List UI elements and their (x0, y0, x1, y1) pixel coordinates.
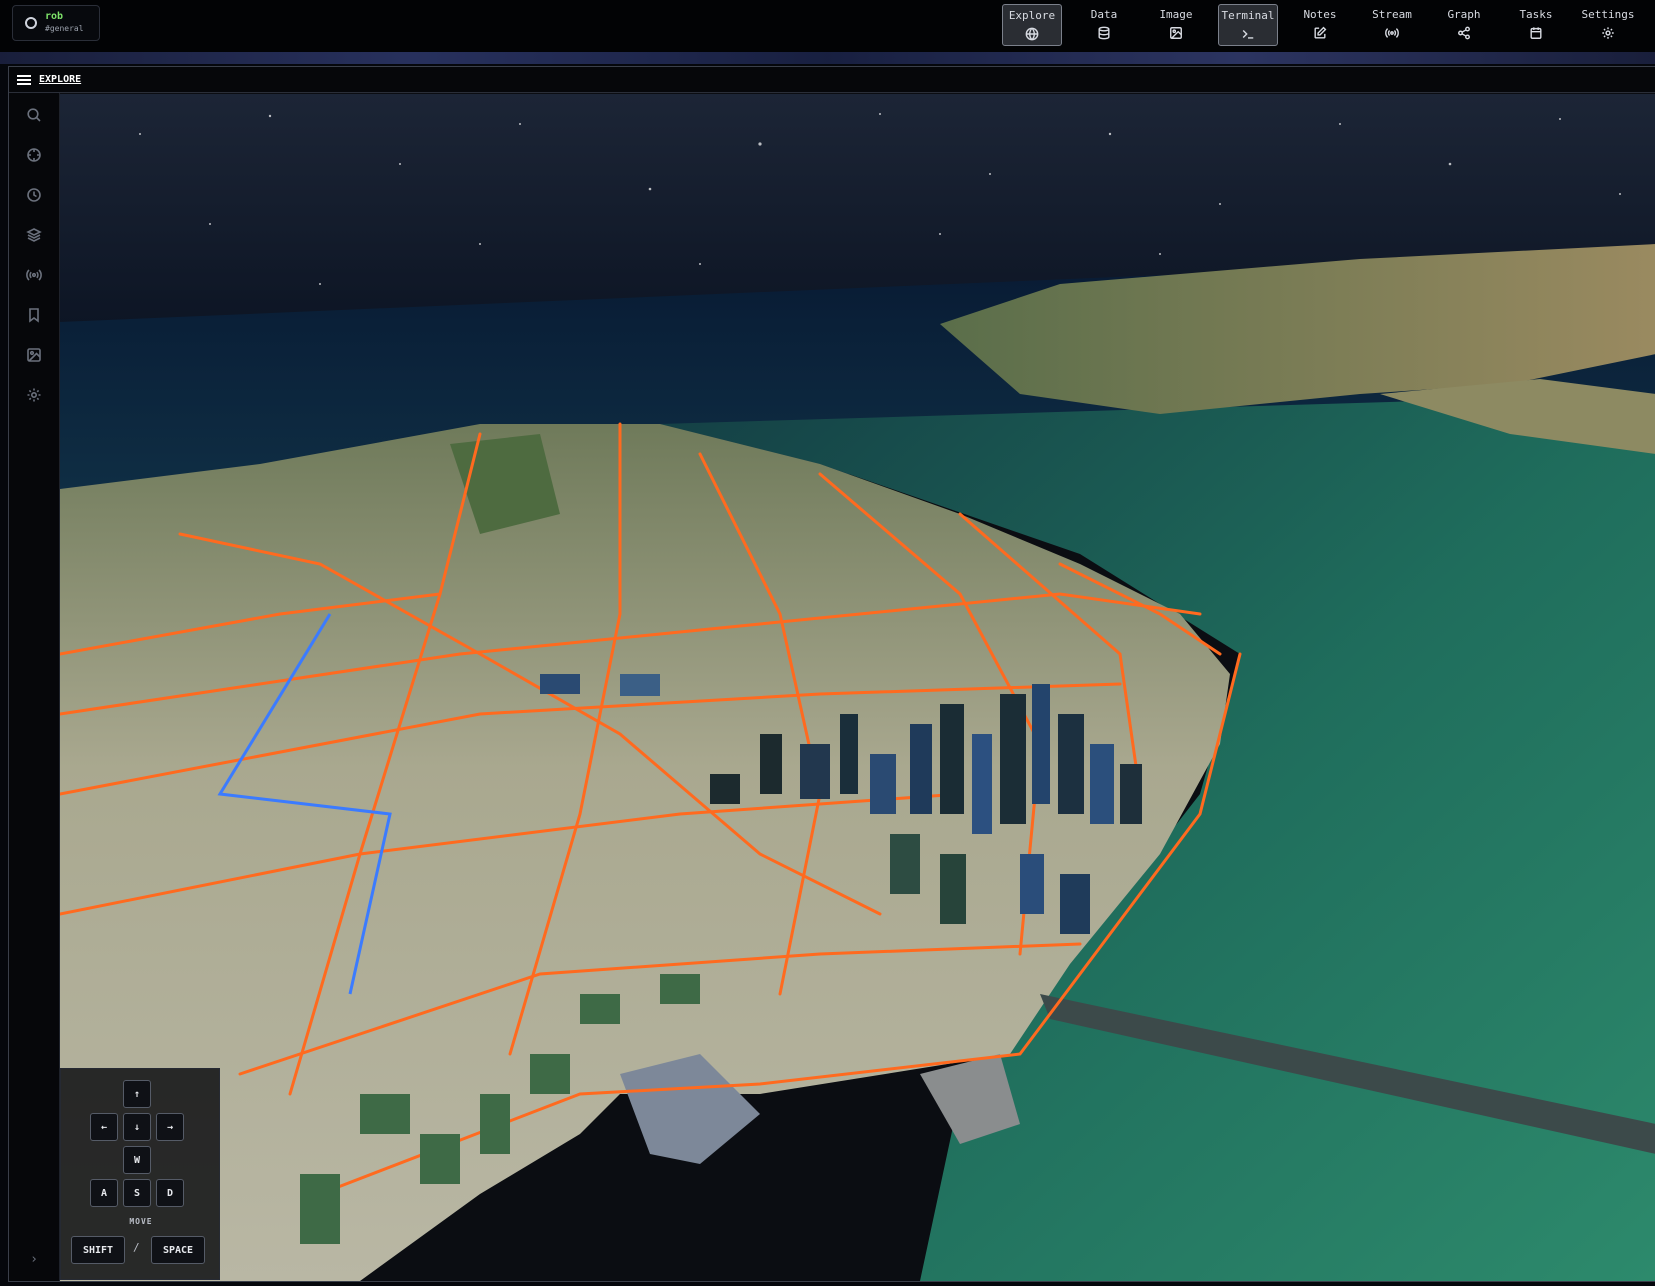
key-right[interactable]: → (156, 1113, 184, 1141)
database-icon (1098, 26, 1110, 40)
key-space[interactable]: SPACE (151, 1236, 205, 1264)
map-viewport[interactable] (60, 94, 1655, 1281)
tab-image[interactable]: Image (1146, 4, 1206, 46)
tab-label: Graph (1447, 8, 1481, 21)
explore-panel: EXPLORE › ↑ ← ↓ → W A S D MOVE SHIFT / S… (8, 66, 1655, 1282)
panel-title[interactable]: EXPLORE (39, 74, 81, 85)
sidebar-images[interactable] (24, 345, 44, 365)
workspace-channel: #general (45, 24, 84, 33)
tab-label: Tasks (1519, 8, 1553, 21)
workspace-user: rob (45, 11, 64, 22)
gear-icon (27, 388, 41, 402)
image-icon (27, 348, 41, 362)
calendar-icon (1530, 27, 1542, 39)
globe-icon (1025, 27, 1039, 41)
tab-settings[interactable]: Settings (1578, 4, 1638, 46)
image-icon (1170, 27, 1182, 39)
move-label: MOVE (129, 1217, 153, 1226)
tab-label: Settings (1581, 8, 1635, 21)
sidebar-search[interactable] (24, 105, 44, 125)
tab-graph[interactable]: Graph (1434, 4, 1494, 46)
sidebar-expand-toggle[interactable]: › (24, 1252, 44, 1267)
sidebar-locate[interactable] (24, 145, 44, 165)
movement-controls: ↑ ← ↓ → W A S D MOVE SHIFT / SPACE (60, 1068, 220, 1280)
key-down[interactable]: ↓ (123, 1113, 151, 1141)
edit-icon (1314, 26, 1327, 39)
tab-notes[interactable]: Notes (1290, 4, 1350, 46)
tab-data[interactable]: Data (1074, 4, 1134, 46)
layers-icon (26, 228, 42, 242)
share-icon (1458, 26, 1470, 40)
crosshair-icon (27, 148, 41, 162)
key-d[interactable]: D (156, 1179, 184, 1207)
tab-label: Terminal (1221, 9, 1275, 22)
key-separator: / (133, 1241, 140, 1254)
header-backdrop (0, 52, 1655, 64)
menu-icon[interactable] (17, 74, 31, 85)
search-icon (27, 108, 41, 122)
tab-label: Stream (1372, 8, 1412, 21)
workspace-icon (25, 17, 37, 29)
sidebar-layers[interactable] (24, 225, 44, 245)
panel-header: EXPLORE (9, 67, 1655, 93)
broadcast-icon (1385, 28, 1399, 38)
tool-sidebar: › (9, 93, 60, 1281)
tab-stream[interactable]: Stream (1362, 4, 1422, 46)
gear-icon (1602, 27, 1614, 39)
clock-icon (27, 188, 41, 202)
key-left[interactable]: ← (90, 1113, 118, 1141)
key-s[interactable]: S (123, 1179, 151, 1207)
tab-tasks[interactable]: Tasks (1506, 4, 1566, 46)
tab-label: Image (1159, 8, 1193, 21)
tab-label: Data (1090, 8, 1118, 21)
tab-label: Explore (1008, 9, 1056, 22)
tab-label: Notes (1303, 8, 1337, 21)
tab-terminal[interactable]: Terminal (1218, 4, 1278, 46)
key-w[interactable]: W (123, 1146, 151, 1174)
top-bar: rob #general Explore Data Image Terminal… (0, 0, 1655, 52)
sidebar-stream[interactable] (24, 265, 44, 285)
bookmark-icon (29, 308, 39, 323)
sidebar-history[interactable] (24, 185, 44, 205)
key-up[interactable]: ↑ (123, 1080, 151, 1108)
tab-explore[interactable]: Explore (1002, 4, 1062, 46)
map-canvas[interactable] (60, 94, 1655, 1281)
sidebar-settings[interactable] (24, 385, 44, 405)
key-a[interactable]: A (90, 1179, 118, 1207)
sidebar-bookmarks[interactable] (24, 305, 44, 325)
broadcast-icon (26, 269, 42, 281)
workspace-switcher[interactable]: rob #general (12, 5, 100, 41)
key-shift[interactable]: SHIFT (71, 1236, 125, 1264)
terminal-icon (1242, 30, 1254, 39)
